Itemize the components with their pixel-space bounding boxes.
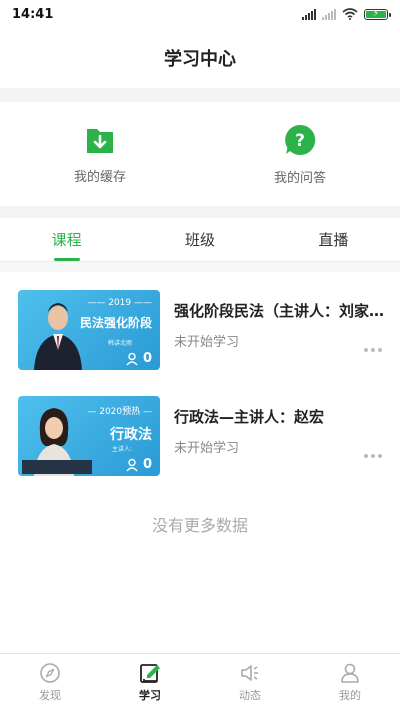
speaker-icon <box>241 665 258 681</box>
my-qa-button[interactable]: ? 我的问答 <box>200 102 400 206</box>
study-icon <box>140 664 160 683</box>
nav-discover-label: 发现 <box>39 689 61 702</box>
nav-profile-label: 我的 <box>339 689 361 702</box>
more-options-icon[interactable] <box>364 454 382 458</box>
page-title: 学习中心 <box>164 49 236 70</box>
battery-icon: ⚡ <box>364 8 391 20</box>
viewer-count: 0 <box>142 457 152 472</box>
course-thumbnail: — 2020预热 — 行政法 主讲人: 0 <box>18 396 160 476</box>
divider <box>0 88 400 102</box>
nav-study-label: 学习 <box>139 689 161 702</box>
teacher-photo <box>22 408 92 476</box>
nav-updates[interactable]: 动态 <box>200 654 300 711</box>
thumb-subject: 民法强化阶段 <box>79 316 152 330</box>
my-cache-button[interactable]: 我的缓存 <box>0 102 200 206</box>
thumb-viewers: 0 <box>126 457 152 472</box>
viewer-count: 0 <box>142 351 152 366</box>
thumb-viewers: 0 <box>126 351 152 366</box>
header: 学习中心 <box>0 28 400 88</box>
no-more-data: 没有更多数据 <box>151 516 248 535</box>
thumb-year: — 2020预热 — <box>87 407 152 417</box>
user-icon <box>126 352 138 365</box>
thumb-lecturer: 主讲人: <box>111 446 132 453</box>
bottom-nav: 发现 学习 动态 我的 <box>0 653 400 711</box>
svg-text:?: ? <box>295 131 305 151</box>
tab-bar: 课程 班级 直播 <box>0 218 400 262</box>
profile-icon <box>341 663 359 683</box>
wifi-icon <box>342 8 358 20</box>
thumb-subject: 行政法 <box>110 427 152 443</box>
tab-courses[interactable]: 课程 <box>0 218 133 261</box>
course-title: 行政法—主讲人：赵宏 <box>174 408 325 426</box>
course-status: 未开始学习 <box>174 335 240 350</box>
divider <box>0 262 400 272</box>
course-title: 强化阶段民法（主讲人：刘家… <box>174 302 384 320</box>
course-item[interactable]: — 2020预热 — 行政法 主讲人: 0 行政法—主讲人：赵宏 未开始学习 <box>0 378 400 488</box>
status-time: 14:41 <box>12 6 54 22</box>
nav-study[interactable]: 学习 <box>100 654 200 711</box>
course-item[interactable]: —— 2019 —— 民法强化阶段 韩讲北雨 0 强化阶段民法（主讲人：刘家… … <box>0 272 400 382</box>
nav-profile[interactable]: 我的 <box>300 654 400 711</box>
status-icons: ⚡ <box>302 8 391 20</box>
my-qa-label: 我的问答 <box>273 170 326 186</box>
divider <box>0 206 400 218</box>
download-icon <box>87 128 113 153</box>
question-icon: ? <box>285 124 316 155</box>
my-cache-label: 我的缓存 <box>73 169 126 185</box>
tab-classes[interactable]: 班级 <box>133 218 266 261</box>
tab-live[interactable]: 直播 <box>267 218 400 261</box>
course-thumbnail: —— 2019 —— 民法强化阶段 韩讲北雨 0 <box>18 290 160 370</box>
nav-discover[interactable]: 发现 <box>0 654 100 711</box>
signal-icon-secondary <box>322 8 336 20</box>
nav-updates-label: 动态 <box>239 689 261 702</box>
more-options-icon[interactable] <box>364 348 382 352</box>
quick-actions: 我的缓存 ? 我的问答 <box>0 102 400 206</box>
thumb-year: —— 2019 —— <box>87 298 152 308</box>
signal-icon <box>302 8 316 20</box>
user-icon <box>126 458 138 471</box>
status-bar: 14:41 ⚡ <box>0 0 400 28</box>
thumb-lecturer: 韩讲北雨 <box>107 340 132 347</box>
course-status: 未开始学习 <box>174 441 240 456</box>
compass-icon <box>40 663 60 683</box>
